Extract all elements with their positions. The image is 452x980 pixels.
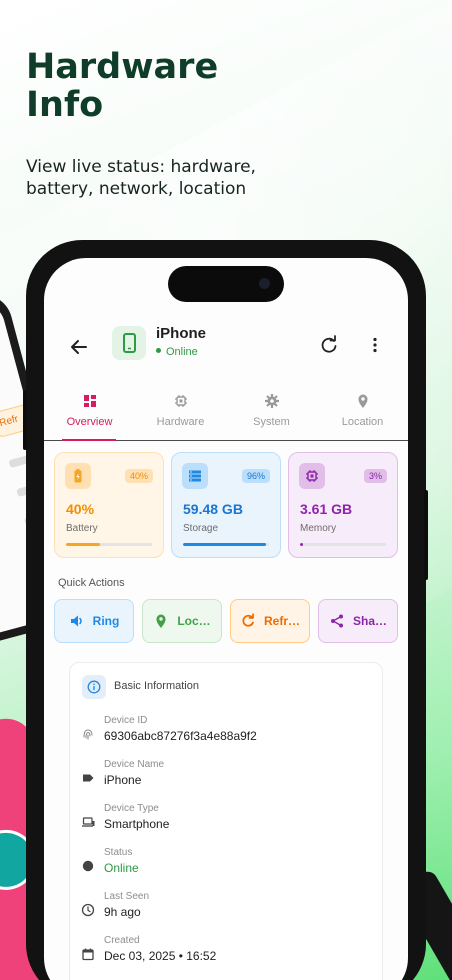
ring-button[interactable]: Ring <box>54 599 134 643</box>
memory-progress-fill <box>300 543 303 546</box>
tab-location[interactable]: Location <box>317 388 408 440</box>
device-status: Online <box>156 346 198 358</box>
memory-badge: 3% <box>363 469 387 483</box>
app-bar: iPhone Online <box>44 322 408 370</box>
chip-icon <box>174 395 187 407</box>
laptop-icon <box>82 817 95 827</box>
info-row-created: Created Dec 03, 2025 • 16:52 <box>80 935 370 975</box>
quick-actions-title: Quick Actions <box>58 577 125 589</box>
dashboard-icon <box>83 395 96 407</box>
status-dot-icon <box>156 348 161 353</box>
tab-system[interactable]: System <box>226 388 317 440</box>
device-avatar <box>112 326 146 360</box>
refresh-action-button[interactable]: Refr… <box>230 599 310 643</box>
battery-progress <box>66 543 152 546</box>
info-row-device-type: Device Type Smartphone <box>80 803 370 843</box>
gear-icon <box>264 394 279 408</box>
storage-icon <box>189 470 201 482</box>
phone-frame: iPhone Online Overview Hardware System L… <box>23 240 428 980</box>
hero-title: Hardware Info <box>26 47 219 125</box>
tab-hardware[interactable]: Hardware <box>135 388 226 440</box>
basic-information-title: Basic Information <box>114 680 199 692</box>
locate-label: Loc… <box>177 614 211 628</box>
location-pin-icon <box>358 394 367 408</box>
info-row-status: Status Online <box>80 847 370 887</box>
info-row-device-name: Device Name iPhone <box>80 759 370 799</box>
tag-icon <box>83 774 94 782</box>
storage-value: 59.48 GB <box>183 501 243 517</box>
refresh-button[interactable] <box>316 332 342 358</box>
memory-chip-icon <box>306 470 318 482</box>
battery-label: Battery <box>66 523 98 534</box>
dynamic-island <box>168 266 284 302</box>
storage-card[interactable]: 96% 59.48 GB Storage <box>171 452 281 558</box>
location-pin-icon <box>156 614 166 628</box>
info-row-device-id: Device ID 69306abc87276f3a4e88a9f2 <box>80 715 370 755</box>
storage-progress-fill <box>183 543 266 546</box>
storage-label: Storage <box>183 523 219 534</box>
refresh-icon <box>321 335 337 353</box>
storage-progress <box>183 543 269 546</box>
status-dot-icon <box>82 860 94 872</box>
refresh-icon <box>242 613 254 627</box>
battery-icon-box <box>65 463 91 489</box>
info-icon <box>87 680 101 694</box>
fingerprint-icon <box>83 729 93 740</box>
share-button[interactable]: Sha… <box>318 599 398 643</box>
battery-icon <box>74 469 82 483</box>
battery-value: 40% <box>66 501 95 517</box>
phone-screen: iPhone Online Overview Hardware System L… <box>44 258 408 980</box>
battery-card[interactable]: 40% 40% Battery <box>54 452 164 558</box>
tab-overview[interactable]: Overview <box>44 388 135 441</box>
memory-progress <box>300 543 386 546</box>
basic-information-card: Basic Information Device ID 69306abc8727… <box>69 662 383 980</box>
calendar-icon <box>82 948 94 961</box>
device-title: iPhone <box>156 325 207 342</box>
info-row-last-seen: Last Seen 9h ago <box>80 891 370 931</box>
info-icon-box <box>82 675 106 699</box>
more-options-button[interactable] <box>362 332 388 358</box>
speaker-icon <box>70 615 82 627</box>
memory-card[interactable]: 3% 3.61 GB Memory <box>288 452 398 558</box>
share-label: Sha… <box>352 614 387 628</box>
ring-label: Ring <box>92 614 120 628</box>
memory-value: 3.61 GB <box>300 501 353 517</box>
tab-bar: Overview Hardware System Location <box>44 388 408 441</box>
share-icon <box>330 614 343 628</box>
hero-subtitle: View live status: hardware, battery, net… <box>26 157 256 199</box>
memory-label: Memory <box>300 523 337 534</box>
clock-icon <box>81 903 95 917</box>
battery-badge: 40% <box>124 469 153 483</box>
storage-badge: 96% <box>241 469 270 483</box>
smartphone-icon <box>123 333 136 353</box>
storage-icon-box <box>182 463 208 489</box>
memory-icon-box <box>299 463 325 489</box>
back-button[interactable] <box>64 332 94 362</box>
battery-progress-fill <box>66 543 101 546</box>
arrow-left-icon <box>71 340 87 354</box>
more-vertical-icon <box>373 337 377 353</box>
refresh-action-label: Refr… <box>263 614 300 628</box>
locate-button[interactable]: Loc… <box>142 599 222 643</box>
